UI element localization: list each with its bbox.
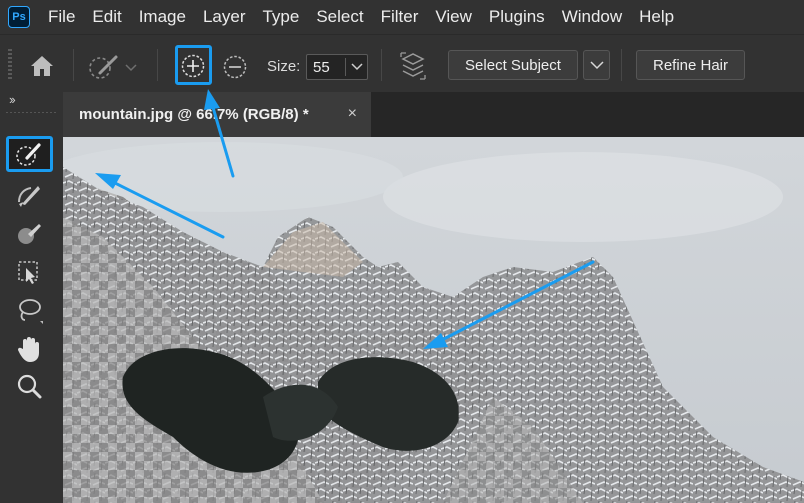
- menu-view[interactable]: View: [435, 7, 472, 27]
- tools-panel: ››: [0, 92, 63, 503]
- menu-plugins[interactable]: Plugins: [489, 7, 545, 27]
- size-dropdown-divider: [345, 58, 346, 76]
- chevron-down-icon: [589, 60, 604, 69]
- tool-preset-picker[interactable]: [86, 51, 142, 81]
- options-bar-grip[interactable]: [8, 49, 12, 79]
- object-selection-tool-icon[interactable]: [9, 255, 49, 289]
- zoom-tool-icon[interactable]: [9, 370, 49, 404]
- annotation-arrows: [95, 173, 595, 349]
- menu-type[interactable]: Type: [262, 7, 299, 27]
- select-subject-dropdown[interactable]: [583, 50, 610, 80]
- object-brush-tool-icon[interactable]: [9, 178, 49, 212]
- quick-selection-tool-icon[interactable]: [9, 137, 49, 171]
- document-canvas[interactable]: [63, 137, 804, 503]
- separator: [381, 49, 382, 81]
- sample-all-layers-icon[interactable]: [399, 51, 427, 81]
- home-icon[interactable]: [29, 54, 55, 78]
- lasso-tool-icon[interactable]: [9, 294, 49, 328]
- subtract-from-selection-icon[interactable]: [222, 54, 248, 80]
- menu-edit[interactable]: Edit: [92, 7, 121, 27]
- menu-select[interactable]: Select: [316, 7, 363, 27]
- options-bar: Size: 55 Select Subject Refine Hair: [0, 34, 804, 93]
- hand-tool-icon[interactable]: [9, 332, 49, 366]
- menu-image[interactable]: Image: [139, 7, 186, 27]
- separator: [157, 49, 158, 81]
- menu-window[interactable]: Window: [562, 7, 622, 27]
- select-subject-button[interactable]: Select Subject: [448, 50, 578, 80]
- close-icon[interactable]: ×: [348, 105, 357, 123]
- photoshop-logo-icon: Ps: [8, 6, 30, 28]
- collapse-panel-icon[interactable]: ››: [9, 92, 16, 107]
- chevron-down-icon[interactable]: [351, 63, 363, 71]
- separator: [73, 49, 74, 81]
- add-to-selection-icon[interactable]: [180, 53, 206, 79]
- separator: [621, 49, 622, 81]
- menu-filter[interactable]: Filter: [381, 7, 419, 27]
- menu-bar: Ps File Edit Image Layer Type Select Fil…: [0, 0, 804, 34]
- size-input[interactable]: 55: [306, 54, 368, 80]
- menu-layer[interactable]: Layer: [203, 7, 246, 27]
- refine-hair-button[interactable]: Refine Hair: [636, 50, 745, 80]
- menu-file[interactable]: File: [48, 7, 75, 27]
- menu-help[interactable]: Help: [639, 7, 674, 27]
- size-value: 55: [313, 59, 330, 76]
- panel-divider: [6, 112, 57, 113]
- color-brush-tool-icon[interactable]: [9, 217, 49, 251]
- size-label: Size:: [267, 58, 301, 75]
- annotation-arrow: [204, 89, 235, 178]
